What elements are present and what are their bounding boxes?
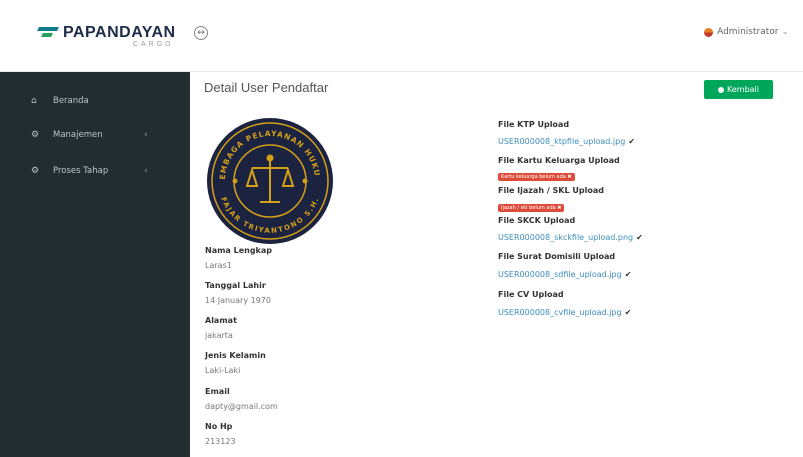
gear-icon: ⚙ bbox=[31, 166, 40, 176]
check-icon: ✔ bbox=[624, 270, 632, 279]
check-icon: ✔ bbox=[624, 308, 632, 317]
file-label-kk: File Kartu Keluarga Upload bbox=[498, 156, 620, 165]
field-label-alamat: Alamat bbox=[205, 316, 237, 325]
field-value-nama: Laras1 bbox=[205, 261, 232, 270]
sidebar-item-label: Beranda bbox=[53, 96, 89, 106]
field-label-email: Email bbox=[205, 387, 230, 396]
brand-mark-icon bbox=[37, 25, 60, 41]
chevron-down-icon: ⌄ bbox=[781, 27, 789, 37]
sidebar-item-label: Manajemen bbox=[53, 130, 103, 140]
field-label-jenis-kelamin: Jenis Kelamin bbox=[205, 351, 266, 360]
status-badge-ijazah: Ijazah / skl belum ada ✖ bbox=[498, 204, 565, 212]
user-name: Administrator bbox=[717, 27, 779, 37]
arrow-left-icon bbox=[718, 86, 724, 93]
check-icon: ✔ bbox=[628, 137, 635, 146]
field-label-tanggal-lahir: Tanggal Lahir bbox=[205, 281, 266, 290]
file-link-ktp[interactable]: USER000008_ktpfile_upload.jpg ✔ bbox=[498, 137, 635, 146]
field-value-jenis-kelamin: Laki-Laki bbox=[205, 366, 241, 375]
file-link-domisili[interactable]: USER000008_sdfile_upload.jpg ✔ bbox=[498, 270, 631, 279]
check-icon: ✔ bbox=[636, 233, 643, 242]
file-link-skck[interactable]: USER000008_skckfile_upload.png ✔ bbox=[498, 233, 643, 242]
chevron-left-icon: ‹ bbox=[144, 130, 148, 140]
field-label-nama: Nama Lengkap bbox=[205, 246, 273, 255]
sidebar-toggle-icon[interactable]: ↔ bbox=[194, 26, 208, 40]
brand-name: PAPANDAYAN bbox=[63, 24, 176, 41]
sidebar-item-proses-tahap[interactable]: ⚙ Proses Tahap ‹ bbox=[0, 160, 190, 182]
page-title: Detail User Pendaftar bbox=[204, 80, 329, 95]
sidebar-item-label: Proses Tahap bbox=[53, 166, 109, 176]
file-link-text[interactable]: USER000008_ktpfile_upload.jpg bbox=[498, 137, 625, 146]
field-value-alamat: jakarta bbox=[205, 331, 233, 340]
chevron-left-icon: ‹ bbox=[144, 166, 148, 176]
status-badge-kk: Kartu keluarga belum ada ✖ bbox=[498, 173, 575, 181]
sidebar-item-manajemen[interactable]: ⚙ Manajemen ‹ bbox=[0, 124, 190, 146]
file-link-cv[interactable]: USER000008_cvfile_upload.jpg ✔ bbox=[498, 308, 631, 317]
field-value-tanggal-lahir: 14 January 1970 bbox=[205, 296, 271, 305]
avatar bbox=[704, 27, 714, 37]
file-label-skck: File SKCK Upload bbox=[498, 216, 576, 225]
organization-seal-image: LEMBAGA PELAYANAN HUKUM FAJAR TRIYANTONO… bbox=[205, 116, 333, 244]
file-link-text[interactable]: USER000008_sdfile_upload.jpg bbox=[498, 270, 622, 279]
back-button[interactable]: Kembali bbox=[704, 80, 773, 99]
field-value-email: dapty@gmail.com bbox=[205, 402, 278, 411]
brand-logo[interactable]: PAPANDAYAN CARGO bbox=[37, 24, 176, 48]
top-header: PAPANDAYAN CARGO ↔ Administrator ⌄ bbox=[0, 0, 803, 72]
cogs-icon: ⚙ bbox=[31, 130, 40, 140]
field-value-no-hp: 213123 bbox=[205, 437, 236, 446]
back-button-label: Kembali bbox=[727, 85, 759, 94]
field-label-no-hp: No Hp bbox=[205, 422, 233, 431]
brand-subtitle: CARGO bbox=[132, 41, 174, 48]
file-label-ktp: File KTP Upload bbox=[498, 120, 570, 129]
file-link-text[interactable]: USER000008_skckfile_upload.png bbox=[498, 233, 633, 242]
home-icon: ⌂ bbox=[31, 96, 37, 106]
file-label-cv: File CV Upload bbox=[498, 290, 564, 299]
user-menu[interactable]: Administrator ⌄ bbox=[704, 27, 789, 37]
file-link-text[interactable]: USER000008_cvfile_upload.jpg bbox=[498, 308, 622, 317]
file-label-domisili: File Surat Domisili Upload bbox=[498, 252, 616, 261]
sidebar-item-beranda[interactable]: ⌂ Beranda bbox=[0, 90, 190, 112]
file-label-ijazah: File Ijazah / SKL Upload bbox=[498, 186, 604, 195]
sidebar: ⌂ Beranda ⚙ Manajemen ‹ ⚙ Proses Tahap ‹ bbox=[0, 72, 190, 457]
main-content: Detail User Pendaftar Kembali LEMBAGA PE… bbox=[190, 72, 803, 457]
